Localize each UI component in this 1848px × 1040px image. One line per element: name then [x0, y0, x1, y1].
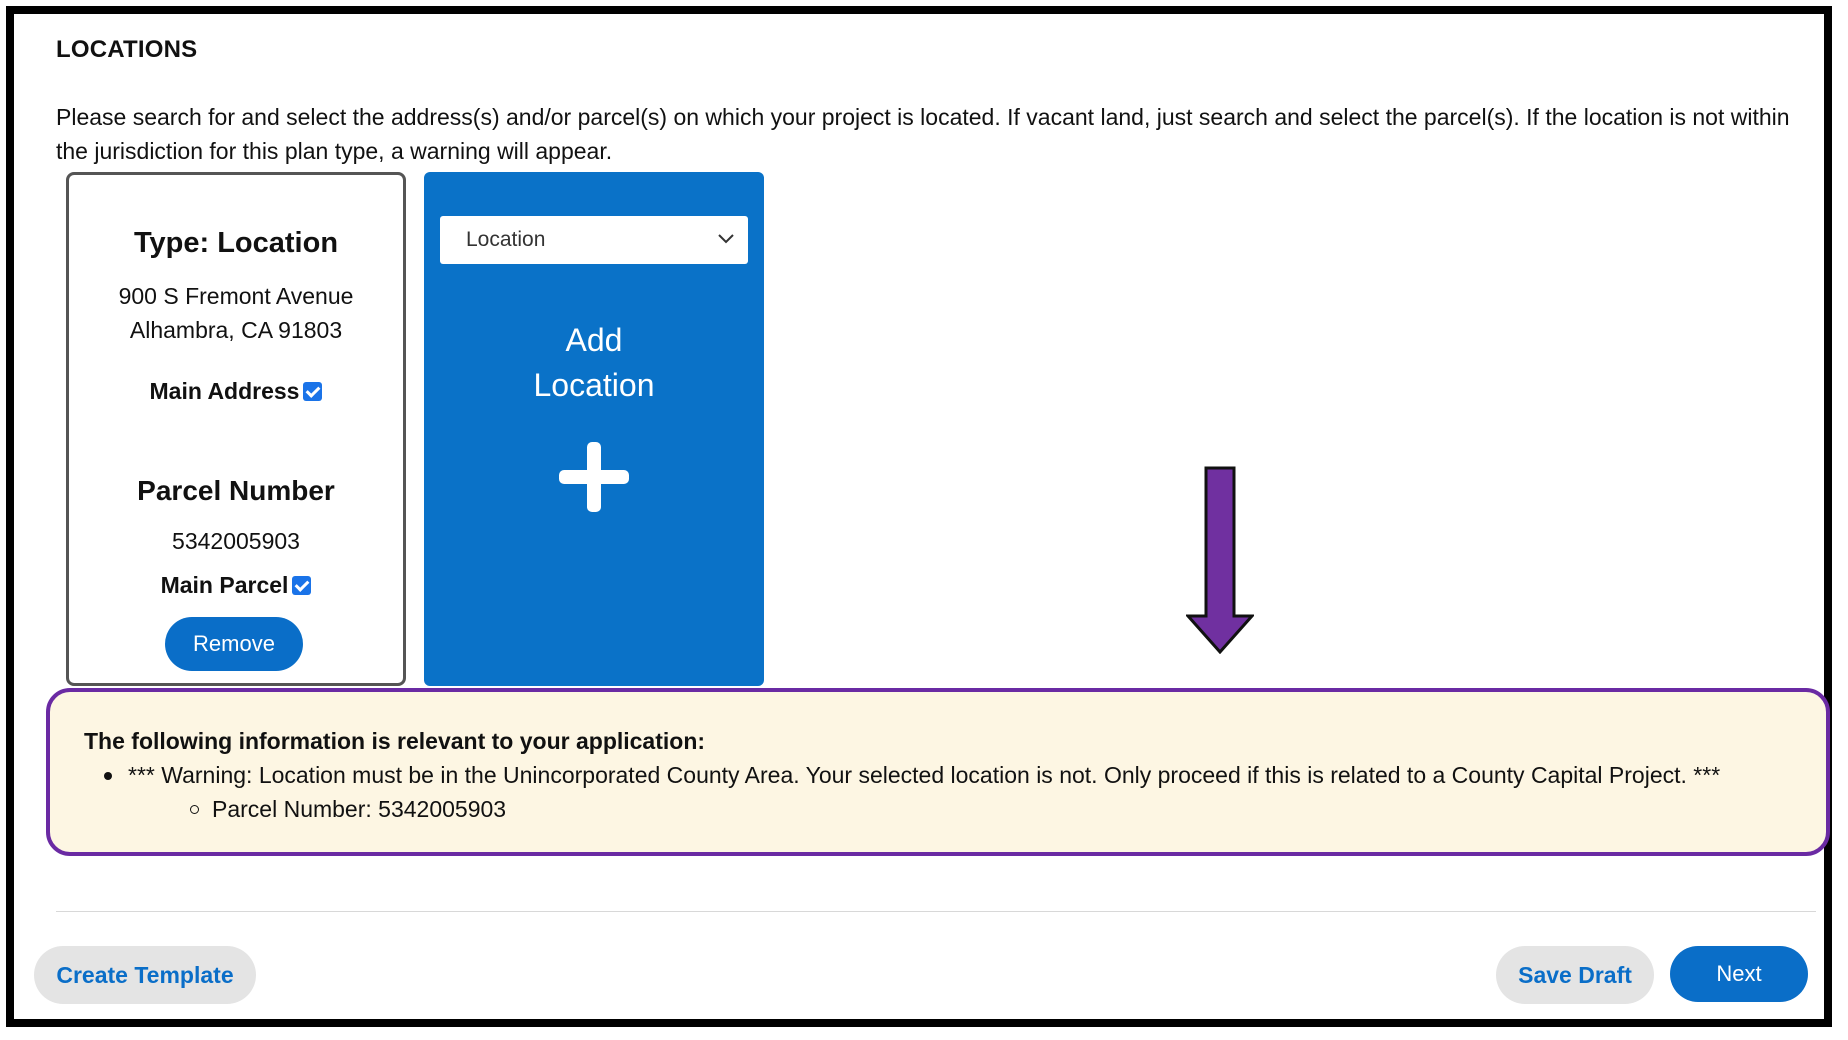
save-draft-button[interactable]: Save Draft [1496, 946, 1654, 1004]
location-type-select-value: Location [466, 228, 546, 251]
main-parcel-checkbox[interactable] [292, 576, 312, 595]
notice-parcel-detail: Parcel Number: 5342005903 [189, 796, 507, 822]
address-line-2: Alhambra, CA 91803 [129, 317, 343, 343]
location-card: Type: Location 900 S Fremont Avenue Alha… [66, 172, 406, 686]
main-parcel-row: Main Parcel [69, 572, 403, 599]
location-type-select[interactable]: Location [440, 216, 748, 264]
parcel-number-value: 5342005903 [172, 528, 300, 554]
main-address-label: Main Address [149, 378, 300, 404]
main-parcel-label: Main Parcel [160, 572, 289, 598]
add-label-line-1: Add [565, 322, 623, 358]
main-address-checkbox[interactable] [303, 382, 323, 401]
main-address-row: Main Address [69, 378, 403, 405]
address-line-1: 900 S Fremont Avenue [118, 283, 354, 309]
notice-heading: The following information is relevant to… [84, 728, 706, 754]
section-title: LOCATIONS [56, 36, 198, 63]
relevant-info-notice: The following information is relevant to… [46, 688, 1830, 856]
add-location-card[interactable]: Location Add Location [424, 172, 764, 686]
next-button[interactable]: Next [1670, 946, 1808, 1002]
remove-button[interactable]: Remove [165, 617, 303, 671]
chevron-down-icon [718, 234, 734, 244]
notice-warning: *** Warning: Location must be in the Uni… [103, 762, 1721, 788]
arrow-down-icon [1186, 466, 1254, 654]
section-intro: Please search for and select the address… [56, 104, 1790, 164]
location-address: 900 S Fremont Avenue Alhambra, CA 91803 [69, 279, 403, 347]
footer-divider [56, 911, 1816, 912]
plus-icon[interactable] [559, 442, 629, 512]
add-location-label: Add Location [424, 318, 764, 408]
parcel-number-heading: Parcel Number [137, 475, 335, 506]
location-type-label: Type: Location [133, 227, 339, 259]
add-label-line-2: Location [533, 367, 655, 403]
create-template-button[interactable]: Create Template [34, 946, 256, 1004]
